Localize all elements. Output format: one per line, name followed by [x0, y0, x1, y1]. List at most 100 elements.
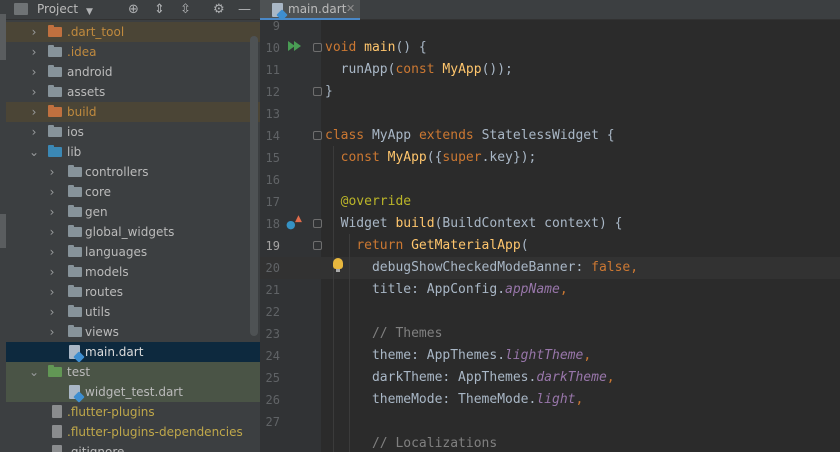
line-number: 11 — [265, 63, 280, 77]
tree-item-controllers[interactable]: › controllers — [6, 162, 260, 182]
chevron-right-icon[interactable]: › — [28, 82, 40, 102]
tree-item-test[interactable]: ⌄ test — [6, 362, 260, 382]
line-number: 14 — [265, 129, 280, 143]
chevron-right-icon[interactable]: › — [46, 202, 58, 222]
source-folder-icon — [48, 145, 62, 157]
folder-icon — [68, 225, 82, 237]
tree-item-idea[interactable]: › .idea — [6, 42, 260, 62]
folder-icon — [68, 285, 82, 297]
code-line-23: theme: AppThemes.lightTheme, — [371, 348, 592, 363]
collapse-all-icon[interactable]: ⇳ — [180, 1, 191, 19]
folder-icon — [68, 185, 82, 197]
code-line-19: debugShowCheckedModeBanner: false, — [371, 260, 639, 275]
minimize-icon[interactable]: — — [238, 1, 251, 19]
chevron-right-icon[interactable]: › — [46, 282, 58, 302]
tree-item-languages[interactable]: › languages — [6, 242, 260, 262]
line-number: 10 — [265, 41, 280, 55]
tree-item-android[interactable]: › android — [6, 62, 260, 82]
folder-icon — [68, 325, 82, 337]
folder-icon — [68, 245, 82, 257]
excluded-folder-icon — [48, 105, 62, 117]
editor-tab-bar: main.dart ✕ — [260, 0, 840, 21]
fold-icon[interactable] — [313, 43, 322, 52]
code-line-14: const MyApp({super.key}); — [340, 150, 537, 165]
folder-icon — [48, 85, 62, 97]
project-panel: Project ▼ ⊕ ⇕ ⇳ ⚙ — › .dart_tool › .idea — [6, 0, 260, 452]
tree-item-build[interactable]: › build — [6, 102, 260, 122]
line-number: 9 — [272, 19, 280, 33]
chevron-right-icon[interactable]: › — [46, 222, 58, 242]
dart-file-icon — [69, 385, 85, 403]
line-number: 27 — [265, 415, 280, 429]
file-icon — [52, 425, 62, 438]
chevron-right-icon[interactable]: › — [28, 42, 40, 62]
code-line-25: themeMode: ThemeMode.light, — [371, 392, 584, 407]
project-panel-title[interactable]: Project — [37, 2, 78, 16]
tree-item-models[interactable]: › models — [6, 262, 260, 282]
ide-window: Project ▼ ⊕ ⇕ ⇳ ⚙ — › .dart_tool › .idea — [0, 0, 840, 452]
tree-item-views[interactable]: › views — [6, 322, 260, 342]
code-line-16: @override — [340, 194, 412, 209]
editor-scrollbar[interactable] — [828, 22, 838, 452]
chevron-down-icon[interactable]: ⌄ — [28, 142, 40, 162]
line-number: 12 — [265, 85, 280, 99]
chevron-right-icon[interactable]: › — [28, 102, 40, 122]
close-icon[interactable]: ✕ — [346, 2, 355, 15]
fold-icon[interactable] — [313, 87, 322, 96]
tree-item-utils[interactable]: › utils — [6, 302, 260, 322]
code-line-24: darkTheme: AppThemes.darkTheme, — [371, 370, 615, 385]
line-number: 22 — [265, 305, 280, 319]
line-number: 24 — [265, 349, 280, 363]
folder-icon — [48, 125, 62, 137]
expand-all-icon[interactable]: ⇕ — [154, 1, 165, 19]
folder-icon — [48, 45, 62, 57]
line-number: 17 — [265, 195, 280, 209]
fold-icon[interactable] — [313, 131, 322, 140]
line-number: 18 — [265, 217, 280, 231]
tree-item-routes[interactable]: › routes — [6, 282, 260, 302]
code-line-11: } — [325, 84, 333, 99]
tree-item-global-widgets[interactable]: › global_widgets — [6, 222, 260, 242]
file-icon — [52, 405, 62, 418]
code-line-10: runApp(const MyApp()); — [340, 62, 513, 77]
line-number: 15 — [265, 151, 280, 165]
project-tree: › .dart_tool › .idea › android › assets — [6, 22, 260, 452]
tree-item-assets[interactable]: › assets — [6, 82, 260, 102]
code-line-20: title: AppConfig.appName, — [371, 282, 568, 297]
line-number: 23 — [265, 327, 280, 341]
code-line-13: class MyApp extends StatelessWidget { — [325, 128, 615, 143]
file-icon — [52, 445, 62, 452]
tree-item-gitignore[interactable]: .gitignore — [6, 442, 260, 452]
fold-icon[interactable] — [313, 219, 322, 228]
chevron-right-icon[interactable]: › — [46, 302, 58, 322]
tree-item-widget-test-dart[interactable]: widget_test.dart — [6, 382, 260, 403]
tree-item-flutter-plugins[interactable]: .flutter-plugins — [6, 402, 260, 422]
locate-icon[interactable]: ⊕ — [128, 1, 139, 19]
chevron-right-icon[interactable]: › — [46, 242, 58, 262]
tree-item-gen[interactable]: › gen — [6, 202, 260, 222]
project-scrollbar[interactable] — [250, 36, 258, 336]
chevron-right-icon[interactable]: › — [46, 262, 58, 282]
chevron-right-icon[interactable]: › — [46, 182, 58, 202]
chevron-right-icon[interactable]: › — [28, 22, 40, 42]
tree-item-core[interactable]: › core — [6, 182, 260, 202]
tree-item-dart-tool[interactable]: › .dart_tool — [6, 22, 260, 42]
chevron-right-icon[interactable]: › — [46, 322, 58, 342]
line-number: 21 — [265, 283, 280, 297]
chevron-down-icon[interactable]: ▼ — [86, 3, 93, 21]
folder-icon — [68, 305, 82, 317]
project-view-icon — [14, 3, 28, 15]
arrow-up-icon: ▲ — [295, 214, 302, 224]
tree-item-flutter-plugins-dependencies[interactable]: .flutter-plugins-dependencies — [6, 422, 260, 442]
fold-icon[interactable] — [313, 241, 322, 250]
chevron-right-icon[interactable]: › — [28, 122, 40, 142]
chevron-right-icon[interactable]: › — [28, 62, 40, 82]
tree-item-main-dart[interactable]: main.dart — [6, 342, 260, 363]
chevron-right-icon[interactable]: › — [46, 162, 58, 182]
gear-icon[interactable]: ⚙ — [213, 1, 225, 19]
tree-item-lib[interactable]: ⌄ lib — [6, 142, 260, 162]
tree-item-ios[interactable]: › ios — [6, 122, 260, 142]
chevron-down-icon[interactable]: ⌄ — [28, 362, 40, 382]
dart-file-icon — [69, 345, 85, 363]
line-number: 16 — [265, 173, 280, 187]
